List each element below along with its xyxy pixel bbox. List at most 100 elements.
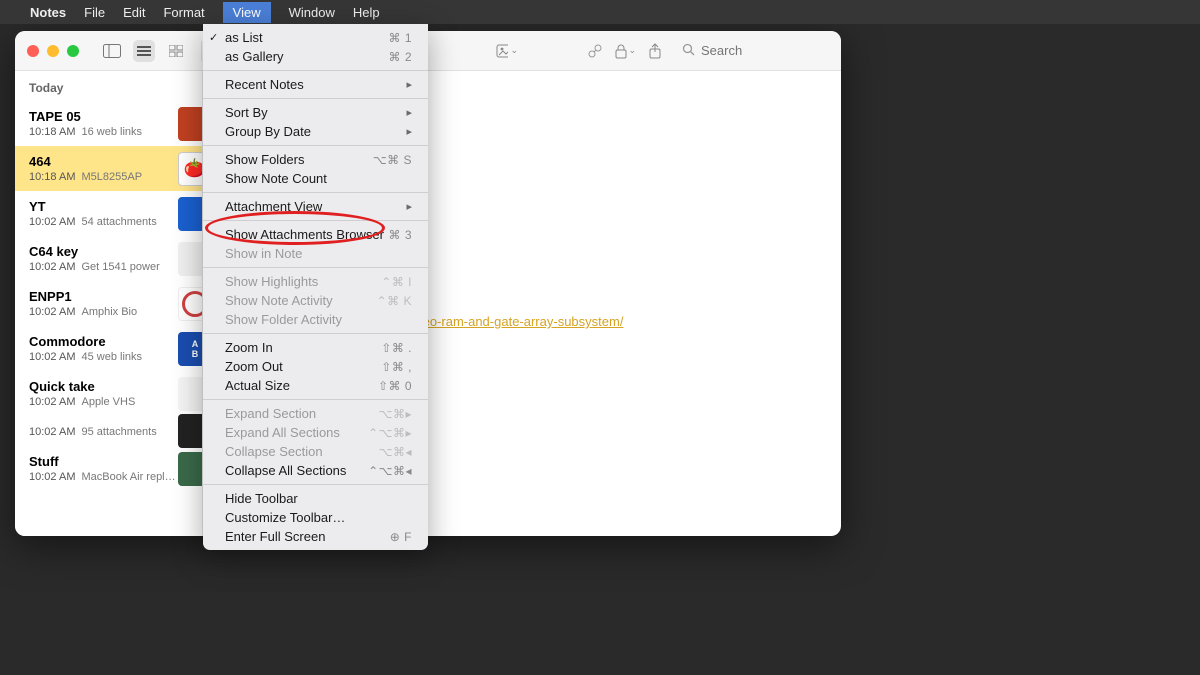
note-title: ENPP1 <box>29 289 188 304</box>
lock-icon[interactable]: ⌄ <box>614 40 636 62</box>
menubar-edit[interactable]: Edit <box>123 5 145 20</box>
menu-item[interactable]: Show Attachments Browser⌘ 3 <box>203 225 428 244</box>
menu-shortcut: ⌘ 1 <box>388 31 412 45</box>
menu-separator <box>203 484 428 485</box>
note-thumb <box>178 414 203 448</box>
menu-item[interactable]: Collapse All Sections⌃⌥⌘◂ <box>203 461 428 480</box>
menu-shortcut: ⇧⌘ . <box>381 341 412 355</box>
menu-item: Show Note Activity⌃⌘ K <box>203 291 428 310</box>
titlebar: ⌄ ⌄ <box>15 31 841 71</box>
menu-shortcut: ⌃⌘ K <box>377 294 412 308</box>
menubar: Notes File Edit Format View Window Help <box>0 0 1200 24</box>
menu-item-label: Actual Size <box>225 378 290 393</box>
menu-shortcut: ⌥⌘▸ <box>379 407 412 421</box>
menu-item-label: Show Highlights <box>225 274 318 289</box>
section-header: Today <box>15 71 202 101</box>
menubar-help[interactable]: Help <box>353 5 380 20</box>
note-row[interactable]: 10:02 AM95 attachments <box>15 416 202 446</box>
menu-item-label: Enter Full Screen <box>225 529 325 544</box>
note-row[interactable]: TAPE 05 10:18 AM16 web links <box>15 101 202 146</box>
media-icon[interactable]: ⌄ <box>496 40 518 62</box>
menu-item[interactable]: Actual Size⇧⌘ 0 <box>203 376 428 395</box>
note-thumb: AB <box>178 332 203 366</box>
menu-item[interactable]: ✓ as List ⌘ 1 <box>203 28 428 47</box>
note-row[interactable]: YT 10:02 AM54 attachments <box>15 191 202 236</box>
menu-item-label: Attachment View <box>225 199 322 214</box>
menu-item[interactable]: Group By Date▸ <box>203 122 428 141</box>
menu-item[interactable]: Show Note Count <box>203 169 428 188</box>
menu-item: Expand Section⌥⌘▸ <box>203 404 428 423</box>
note-row[interactable]: Quick take 10:02 AMApple VHS <box>15 371 202 416</box>
menu-item[interactable]: Customize Toolbar… <box>203 508 428 527</box>
menubar-format[interactable]: Format <box>163 5 204 20</box>
menu-shortcut: ⇧⌘ , <box>381 360 412 374</box>
menu-item-label: Zoom Out <box>225 359 283 374</box>
menu-item[interactable]: Attachment View ▸ <box>203 197 428 216</box>
share-icon[interactable] <box>644 40 666 62</box>
link-icon[interactable] <box>584 40 606 62</box>
note-title: Stuff <box>29 454 188 469</box>
notes-window: ⌄ ⌄ Today TAPE 05 10:18 AM16 web links 4… <box>15 31 841 536</box>
notes-list: Today TAPE 05 10:18 AM16 web links 464 1… <box>15 71 203 536</box>
menu-item[interactable]: as Gallery ⌘ 2 <box>203 47 428 66</box>
menu-shortcut: ⌥⌘ S <box>373 153 412 167</box>
traffic-lights <box>27 45 79 57</box>
check-icon: ✓ <box>209 31 218 44</box>
sidebar-toggle-icon[interactable] <box>101 40 123 62</box>
menu-separator <box>203 399 428 400</box>
note-title: TAPE 05 <box>29 109 188 124</box>
menu-item-label: Show Folders <box>225 152 304 167</box>
menu-shortcut: ⌘ 2 <box>388 50 412 64</box>
menu-item[interactable]: Show Folders ⌥⌘ S <box>203 150 428 169</box>
note-row-selected[interactable]: 464 10:18 AMM5L8255AP <box>15 146 202 191</box>
close-button[interactable] <box>27 45 39 57</box>
list-view-icon[interactable] <box>133 40 155 62</box>
note-thumb <box>178 242 203 276</box>
note-title: C64 key <box>29 244 188 259</box>
menubar-window[interactable]: Window <box>289 5 335 20</box>
menu-separator <box>203 333 428 334</box>
menu-item-label: Collapse Section <box>225 444 323 459</box>
note-row[interactable]: ENPP1 10:02 AMAmphix Bio <box>15 281 202 326</box>
menu-item-label: Show Note Count <box>225 171 327 186</box>
note-row[interactable]: C64 key 10:02 AMGet 1541 power <box>15 236 202 281</box>
chevron-right-icon: ▸ <box>406 78 412 91</box>
menu-item-label: as Gallery <box>225 49 284 64</box>
menu-item: Expand All Sections⌃⌥⌘▸ <box>203 423 428 442</box>
menubar-file[interactable]: File <box>84 5 105 20</box>
menu-item-label: as List <box>225 30 263 45</box>
menu-item-label: Hide Toolbar <box>225 491 298 506</box>
note-thumb <box>178 377 203 411</box>
note-thumb <box>178 152 203 186</box>
note-title: Quick take <box>29 379 188 394</box>
menu-separator <box>203 267 428 268</box>
menu-separator <box>203 220 428 221</box>
menu-shortcut: ⌃⌘ I <box>381 275 412 289</box>
menu-item[interactable]: Zoom In ⇧⌘ . <box>203 338 428 357</box>
menubar-app-name[interactable]: Notes <box>30 5 66 20</box>
menu-item[interactable]: Zoom Out ⇧⌘ , <box>203 357 428 376</box>
menu-item-label: Show Folder Activity <box>225 312 342 327</box>
note-row[interactable]: Commodore 10:02 AM45 web links AB <box>15 326 202 371</box>
menu-shortcut: ⌃⌥⌘◂ <box>368 464 412 478</box>
note-thumb <box>178 197 203 231</box>
minimize-button[interactable] <box>47 45 59 57</box>
menu-item-label: Zoom In <box>225 340 273 355</box>
menu-item[interactable]: Recent Notes ▸ <box>203 75 428 94</box>
search-field[interactable] <box>674 41 829 61</box>
menubar-view[interactable]: View <box>223 2 271 23</box>
gallery-view-icon[interactable] <box>165 40 187 62</box>
menu-item[interactable]: Enter Full Screen⊕ F <box>203 527 428 546</box>
menu-item-label: Customize Toolbar… <box>225 510 345 525</box>
search-input[interactable] <box>701 43 821 58</box>
menu-item: Collapse Section⌥⌘◂ <box>203 442 428 461</box>
note-row[interactable]: Stuff 10:02 AMMacBook Air repl… <box>15 446 202 491</box>
chevron-right-icon: ▸ <box>406 200 412 213</box>
menu-shortcut: ⌘ 3 <box>388 228 412 242</box>
menu-item-label: Recent Notes <box>225 77 304 92</box>
menu-separator <box>203 70 428 71</box>
menu-item[interactable]: Hide Toolbar <box>203 489 428 508</box>
zoom-button[interactable] <box>67 45 79 57</box>
menu-shortcut: ⌃⌥⌘▸ <box>368 426 412 440</box>
menu-item[interactable]: Sort By▸ <box>203 103 428 122</box>
